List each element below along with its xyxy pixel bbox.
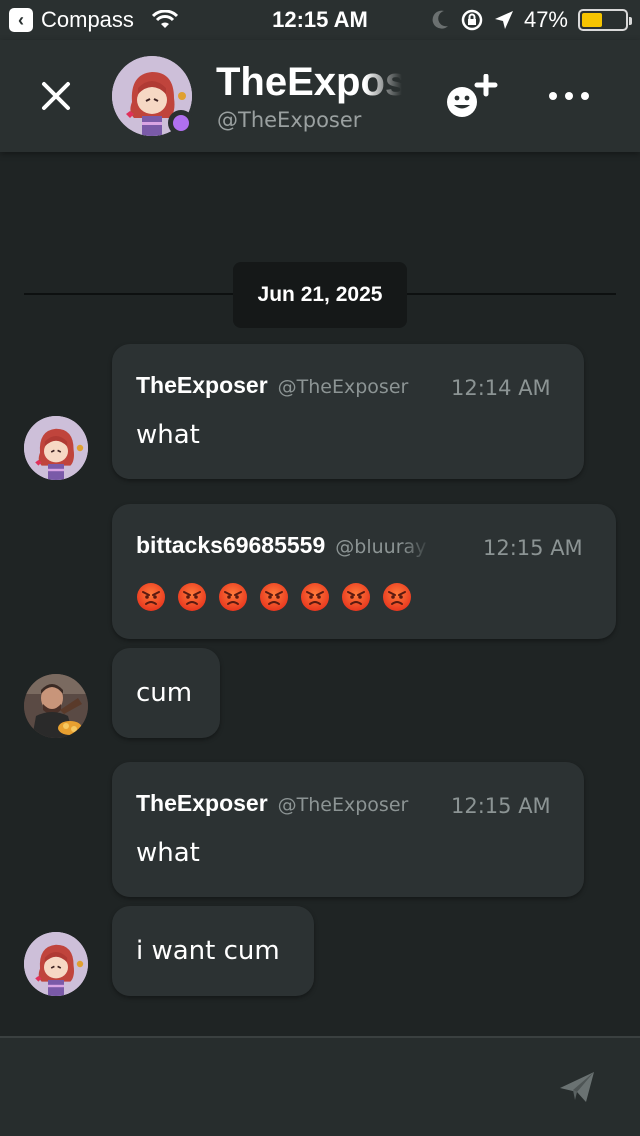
rotation-lock-icon	[461, 9, 483, 31]
message-bubble[interactable]: i want cum	[112, 906, 314, 996]
message-author[interactable]: TheExposer	[136, 372, 268, 399]
message-bubble[interactable]: TheExposer @TheExposer 12:14 AM what	[112, 344, 584, 479]
date-divider: Jun 21, 2025	[233, 262, 407, 328]
angry-face-emoji	[137, 583, 165, 611]
chat-header: TheExposer @TheExposer	[0, 40, 640, 152]
emoji-row	[136, 582, 412, 612]
message-bubble[interactable]: cum	[112, 648, 220, 738]
more-options-icon[interactable]	[544, 84, 594, 108]
message-handle: @TheExposer	[277, 376, 409, 398]
message-header: bittacks69685559 @bluuray	[136, 532, 431, 559]
message-text: what	[136, 420, 200, 450]
sender-avatar[interactable]	[24, 674, 88, 738]
conversation-title: TheExposer	[216, 60, 402, 104]
message-timestamp: 12:14 AM	[451, 376, 551, 400]
back-to-app-icon[interactable]: ‹	[9, 8, 33, 32]
avatar-image	[24, 932, 88, 996]
location-icon	[494, 11, 513, 29]
message-bubble[interactable]: bittacks69685559 @bluuray 12:15 AM	[112, 504, 616, 639]
angry-face-emoji	[342, 583, 370, 611]
carrier-label: Compass	[41, 7, 134, 32]
moon-icon	[432, 10, 448, 29]
message-handle: @TheExposer	[277, 794, 409, 816]
avatar-image	[24, 416, 88, 480]
angry-face-emoji	[178, 583, 206, 611]
battery-icon	[578, 9, 632, 31]
online-status-dot	[168, 110, 194, 136]
battery-percent: 47%	[523, 7, 568, 32]
message-input[interactable]	[20, 1058, 540, 1118]
avatar-image	[24, 674, 88, 738]
angry-face-emoji	[260, 583, 288, 611]
message-bubble[interactable]: TheExposer @TheExposer 12:15 AM what	[112, 762, 584, 897]
battery-level-fill	[582, 13, 602, 27]
close-icon[interactable]	[36, 76, 76, 116]
send-icon[interactable]	[558, 1068, 596, 1106]
message-text: what	[136, 838, 200, 868]
message-author[interactable]: bittacks69685559	[136, 532, 325, 559]
message-composer	[0, 1036, 640, 1136]
sender-avatar[interactable]	[24, 932, 88, 996]
message-header: TheExposer @TheExposer	[136, 372, 408, 399]
header-avatar[interactable]	[112, 56, 194, 136]
wifi-icon	[151, 10, 178, 28]
message-handle: @bluuray	[335, 536, 427, 558]
message-timestamp: 12:15 AM	[451, 794, 551, 818]
sender-avatar[interactable]	[24, 416, 88, 480]
conversation-handle: @TheExposer	[217, 108, 362, 132]
angry-face-emoji	[219, 583, 247, 611]
angry-face-emoji	[383, 583, 411, 611]
add-friend-icon[interactable]	[444, 74, 500, 120]
message-text: cum	[136, 678, 193, 708]
message-author[interactable]: TheExposer	[136, 790, 268, 817]
status-bar: ‹ Compass 12:15 AM 47%	[0, 0, 640, 40]
message-timestamp: 12:15 AM	[483, 536, 583, 560]
message-text: i want cum	[136, 936, 280, 966]
message-header: TheExposer @TheExposer	[136, 790, 408, 817]
angry-face-emoji	[301, 583, 329, 611]
